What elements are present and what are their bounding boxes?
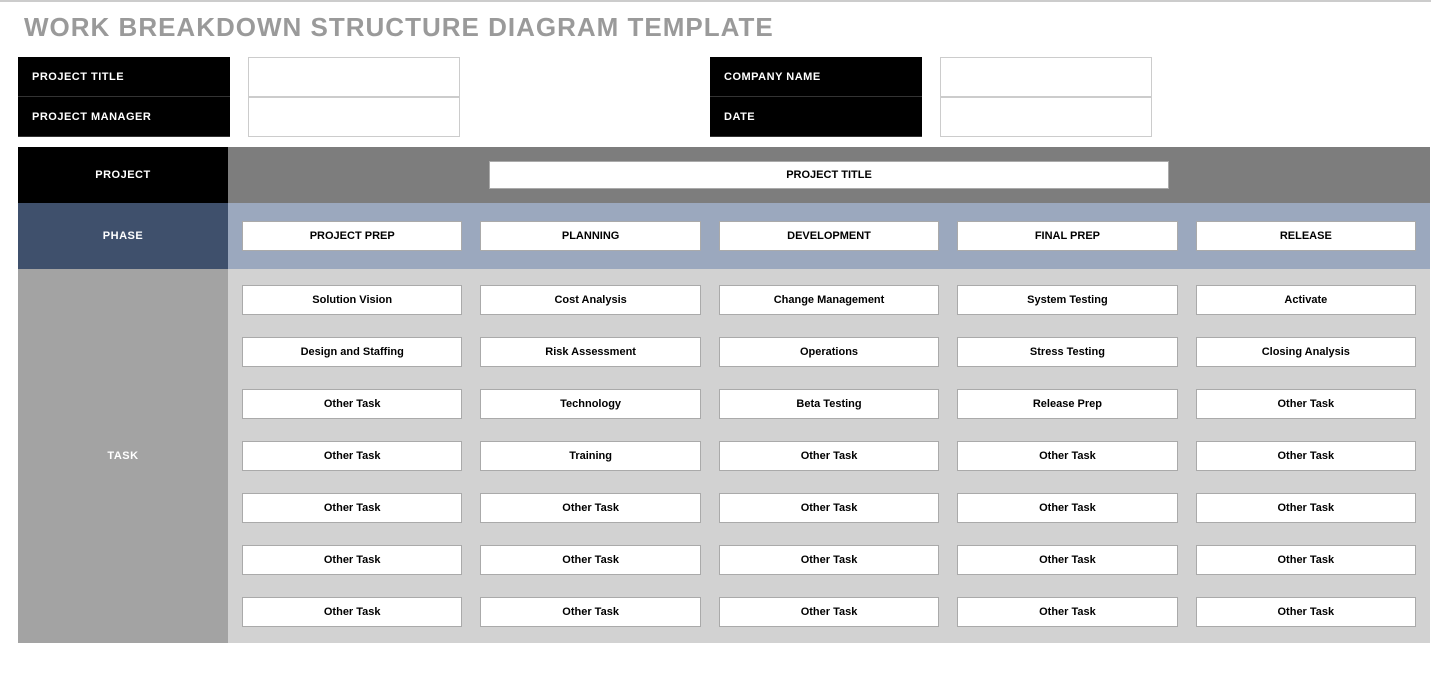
task-box[interactable]: Cost Analysis [480,285,700,315]
task-box[interactable]: Other Task [480,493,700,523]
task-box[interactable]: Beta Testing [719,389,939,419]
project-row-content: PROJECT TITLE [228,147,1430,203]
task-row-content: Solution Vision Cost Analysis Change Manag… [228,269,1430,643]
meta-pair-project-manager: PROJECT MANAGER [18,97,460,137]
task-box[interactable]: Operations [719,337,939,367]
task-box[interactable]: Other Task [1196,493,1416,523]
task-box[interactable]: Closing Analysis [1196,337,1416,367]
phase-row-label: PHASE [18,203,228,269]
task-box[interactable]: Other Task [242,493,462,523]
project-row-label: PROJECT [18,147,228,203]
meta-label-project-manager: PROJECT MANAGER [18,97,230,137]
task-box[interactable]: Other Task [242,545,462,575]
task-line: Other Task Training Other Task Other Task Ot… [242,441,1416,471]
meta-section: PROJECT TITLE PROJECT MANAGER COMPANY NA… [0,57,1431,137]
task-line: Design and Staffing Risk Assessment Operat… [242,337,1416,367]
task-line: Other Task Other Task Other Task Other Task… [242,545,1416,575]
task-box[interactable]: Release Prep [957,389,1177,419]
meta-label-company-name: COMPANY NAME [710,57,922,97]
phase-box[interactable]: FINAL PREP [957,221,1177,251]
task-box[interactable]: Risk Assessment [480,337,700,367]
task-box[interactable]: Other Task [957,441,1177,471]
task-box[interactable]: Other Task [957,545,1177,575]
task-box[interactable]: Stress Testing [957,337,1177,367]
task-box[interactable]: System Testing [957,285,1177,315]
task-box[interactable]: Other Task [480,597,700,627]
meta-block-left: PROJECT TITLE PROJECT MANAGER [18,57,460,137]
task-box[interactable]: Other Task [719,545,939,575]
phase-box[interactable]: PROJECT PREP [242,221,462,251]
page-title: WORK BREAKDOWN STRUCTURE DIAGRAM TEMPLAT… [0,2,1431,57]
meta-pair-project-title: PROJECT TITLE [18,57,460,97]
task-line: Solution Vision Cost Analysis Change Manag… [242,285,1416,315]
phase-row: PHASE PROJECT PREP PLANNING DEVELOPMENT … [18,203,1430,269]
task-box[interactable]: Other Task [957,493,1177,523]
project-title-box[interactable]: PROJECT TITLE [489,161,1169,189]
task-box[interactable]: Other Task [719,493,939,523]
meta-input-project-manager[interactable] [248,97,460,137]
phase-box[interactable]: RELEASE [1196,221,1416,251]
task-line: Other Task Technology Beta Testing Release … [242,389,1416,419]
task-box[interactable]: Training [480,441,700,471]
phase-box[interactable]: PLANNING [480,221,700,251]
task-box[interactable]: Other Task [1196,441,1416,471]
task-box[interactable]: Technology [480,389,700,419]
task-box[interactable]: Other Task [242,389,462,419]
meta-gap [460,57,710,137]
task-box[interactable]: Other Task [1196,545,1416,575]
task-box[interactable]: Other Task [480,545,700,575]
meta-input-date[interactable] [940,97,1152,137]
task-box[interactable]: Other Task [1196,389,1416,419]
wbs-table: PROJECT PROJECT TITLE PHASE PROJECT PREP… [18,147,1430,643]
task-line: Other Task Other Task Other Task Other Task… [242,597,1416,627]
task-box[interactable]: Other Task [957,597,1177,627]
task-box[interactable]: Change Management [719,285,939,315]
phase-row-content: PROJECT PREP PLANNING DEVELOPMENT FINAL … [228,203,1430,269]
task-box[interactable]: Solution Vision [242,285,462,315]
task-box[interactable]: Activate [1196,285,1416,315]
task-box[interactable]: Other Task [719,441,939,471]
task-box[interactable]: Other Task [242,597,462,627]
meta-pair-date: DATE [710,97,1152,137]
task-box[interactable]: Design and Staffing [242,337,462,367]
task-row: TASK Solution Vision Cost Analysis Change … [18,269,1430,643]
meta-input-company-name[interactable] [940,57,1152,97]
task-box[interactable]: Other Task [242,441,462,471]
project-row: PROJECT PROJECT TITLE [18,147,1430,203]
meta-block-right: COMPANY NAME DATE [710,57,1152,137]
phase-box[interactable]: DEVELOPMENT [719,221,939,251]
meta-label-date: DATE [710,97,922,137]
task-line: Other Task Other Task Other Task Other Task… [242,493,1416,523]
meta-pair-company-name: COMPANY NAME [710,57,1152,97]
task-row-label: TASK [18,269,228,643]
meta-label-project-title: PROJECT TITLE [18,57,230,97]
page: WORK BREAKDOWN STRUCTURE DIAGRAM TEMPLAT… [0,0,1431,643]
task-box[interactable]: Other Task [1196,597,1416,627]
task-box[interactable]: Other Task [719,597,939,627]
meta-input-project-title[interactable] [248,57,460,97]
